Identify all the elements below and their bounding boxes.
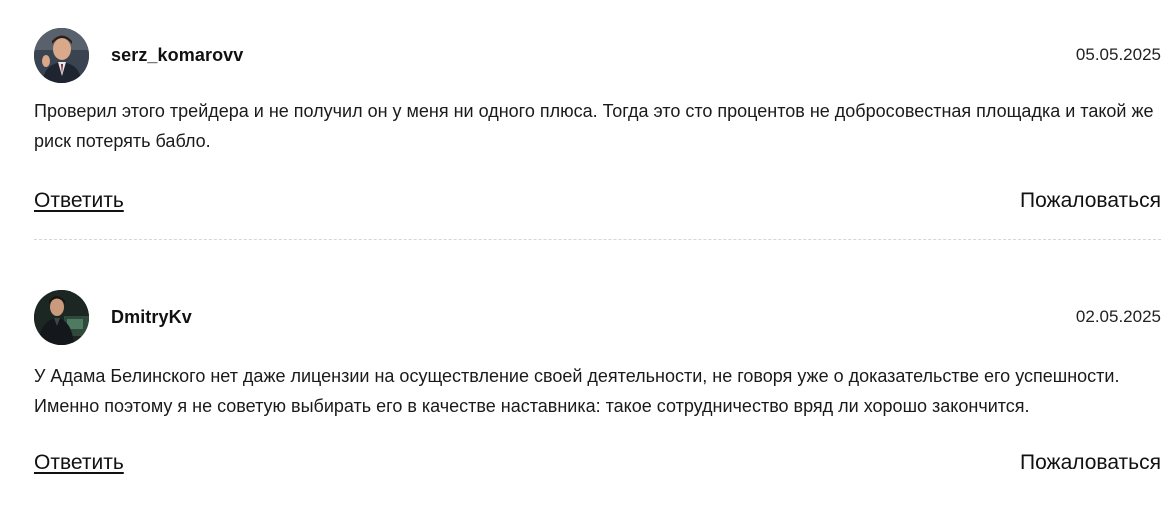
comment-username[interactable]: serz_komarovv — [111, 45, 243, 66]
comment-actions: Ответить Пожаловаться — [34, 189, 1161, 219]
comment-actions: Ответить Пожаловаться — [34, 451, 1161, 481]
report-button[interactable]: Пожаловаться — [1020, 451, 1161, 475]
comment-header: DmitryKv 02.05.2025 — [34, 290, 1161, 346]
avatar[interactable] — [34, 28, 89, 83]
comment-date: 05.05.2025 — [1075, 45, 1161, 64]
report-button[interactable]: Пожаловаться — [1020, 189, 1161, 213]
comment-username[interactable]: DmitryKv — [111, 307, 192, 328]
comment-date: 02.05.2025 — [1075, 307, 1161, 326]
reply-link[interactable]: Ответить — [34, 189, 124, 213]
comment-text: У Адама Белинского нет даже лицензии на … — [34, 366, 1120, 416]
comment-text: Проверил этого трейдера и не получил он … — [34, 101, 1154, 151]
comment-divider — [34, 239, 1161, 240]
avatar[interactable] — [34, 290, 89, 345]
reply-link[interactable]: Ответить — [34, 451, 124, 475]
comment-item: serz_komarovv 05.05.2025 Проверил этого … — [34, 28, 1161, 219]
comment-header: serz_komarovv 05.05.2025 — [34, 28, 1161, 84]
comment-item: DmitryKv 02.05.2025 У Адама Белинского н… — [34, 290, 1161, 481]
